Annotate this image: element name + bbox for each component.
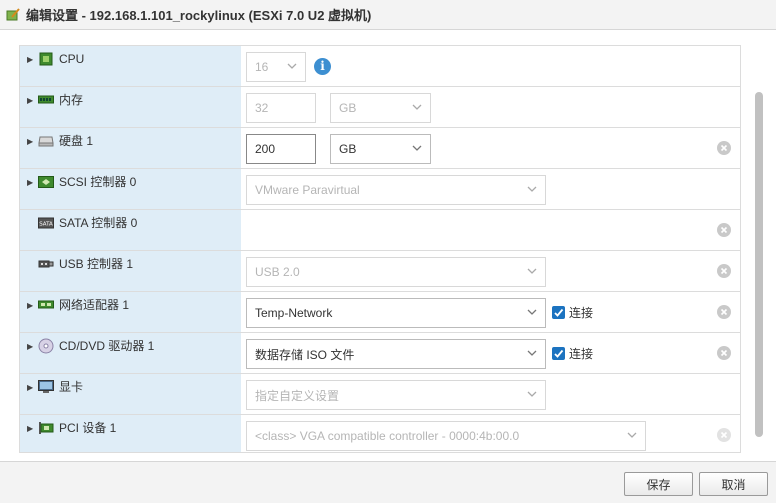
settings-panel: ▶ CPU 16 i ▶ 内存 32 GB ▶ 硬盘 1 200 GB ▶ SC… (0, 31, 776, 461)
row-usb-label: ▶ USB 控制器 1 (20, 251, 241, 291)
remove-device-icon[interactable] (717, 223, 731, 237)
expand-arrow-icon[interactable]: ▶ (27, 342, 35, 351)
vertical-scrollbar[interactable] (753, 92, 765, 437)
chevron-down-icon (627, 432, 637, 438)
disk-unit-select[interactable]: GB (330, 134, 431, 164)
disk-size-input[interactable]: 200 (246, 134, 316, 164)
checkbox-checked-icon[interactable] (552, 306, 565, 319)
chevron-down-icon (527, 350, 537, 356)
remove-device-icon[interactable] (717, 264, 731, 278)
chevron-down-icon (527, 391, 537, 397)
row-sata-label: ▶ SATA SATA 控制器 0 (38, 216, 138, 230)
expand-arrow-icon[interactable]: ▶ (27, 96, 35, 105)
expand-arrow-icon[interactable]: ▶ (27, 55, 35, 64)
display-icon (38, 380, 54, 394)
network-connect-checkbox[interactable]: 连接 (552, 304, 593, 321)
chevron-down-icon (527, 268, 537, 274)
expand-arrow-icon[interactable]: ▶ (27, 178, 35, 187)
memory-size-input[interactable]: 32 (246, 93, 316, 123)
chevron-down-icon (412, 104, 422, 110)
cpu-icon (38, 52, 54, 66)
dialog-title: 编辑设置 - 192.168.1.101_rockylinux (ESXi 7.… (26, 8, 372, 23)
checkbox-checked-icon[interactable] (552, 347, 565, 360)
remove-device-icon[interactable] (717, 428, 731, 442)
row-network-label[interactable]: ▶ 网络适配器 1 (20, 292, 241, 332)
save-button[interactable]: 保存 (624, 472, 693, 496)
row-memory-label[interactable]: ▶ 内存 (20, 87, 241, 127)
dialog-titlebar: 编辑设置 - 192.168.1.101_rockylinux (ESXi 7.… (0, 0, 776, 30)
svg-text:SATA: SATA (39, 222, 53, 228)
expand-arrow-icon[interactable]: ▶ (27, 424, 35, 433)
memory-unit-select[interactable]: GB (330, 93, 431, 123)
cpu-count-select[interactable]: 16 (246, 52, 306, 82)
row-hard-disk: ▶ 硬盘 1 200 GB (20, 128, 740, 169)
row-video-card-label[interactable]: ▶ 显卡 (20, 374, 241, 414)
hard-disk-icon (38, 134, 54, 148)
usb-icon (38, 257, 54, 271)
row-video-card: ▶ 显卡 指定自定义设置 (20, 374, 740, 415)
sata-controller-icon: SATA (38, 216, 54, 230)
row-usb-controller: ▶ USB 控制器 1 USB 2.0 (20, 251, 740, 292)
scsi-controller-icon (38, 175, 54, 189)
chevron-down-icon (527, 186, 537, 192)
pci-device-icon (38, 421, 54, 435)
vm-edit-icon (6, 7, 20, 22)
row-pci-label[interactable]: ▶ PCI 设备 1 (20, 415, 241, 452)
usb-type-select[interactable]: USB 2.0 (246, 257, 546, 287)
pci-device-select[interactable]: <class> VGA compatible controller - 0000… (246, 421, 646, 451)
row-cd-dvd: ▶ CD/DVD 驱动器 1 数据存储 ISO 文件 连接 (20, 333, 740, 374)
chevron-down-icon (412, 145, 422, 151)
remove-device-icon[interactable] (717, 346, 731, 360)
row-scsi-label[interactable]: ▶ SCSI 控制器 0 (20, 169, 241, 209)
expand-arrow-icon[interactable]: ▶ (27, 383, 35, 392)
chevron-down-icon (527, 309, 537, 315)
info-icon[interactable]: i (314, 58, 331, 75)
remove-device-icon[interactable] (717, 141, 731, 155)
cd-dvd-source-select[interactable]: 数据存储 ISO 文件 (246, 339, 546, 369)
row-network-adapter: ▶ 网络适配器 1 Temp-Network 连接 (20, 292, 740, 333)
cancel-button[interactable]: 取消 (699, 472, 768, 496)
network-select[interactable]: Temp-Network (246, 298, 546, 328)
chevron-down-icon (287, 63, 297, 69)
row-cpu: ▶ CPU 16 i (20, 46, 740, 87)
row-memory: ▶ 内存 32 GB (20, 87, 740, 128)
scrollbar-thumb[interactable] (755, 92, 763, 437)
row-scsi-controller: ▶ SCSI 控制器 0 VMware Paravirtual (20, 169, 740, 210)
dialog-footer: 保存 取消 (0, 461, 776, 503)
row-cd-dvd-label[interactable]: ▶ CD/DVD 驱动器 1 (20, 333, 241, 373)
scsi-type-select[interactable]: VMware Paravirtual (246, 175, 546, 205)
row-cpu-label[interactable]: ▶ CPU (20, 46, 241, 86)
row-sata-controller: ▶ SATA SATA 控制器 0 (20, 210, 740, 251)
row-pci-device: ▶ PCI 设备 1 <class> VGA compatible contro… (20, 415, 740, 452)
expand-arrow-icon[interactable]: ▶ (27, 137, 35, 146)
remove-device-icon[interactable] (717, 305, 731, 319)
video-card-select[interactable]: 指定自定义设置 (246, 380, 546, 410)
expand-arrow-icon[interactable]: ▶ (27, 301, 35, 310)
network-adapter-icon (38, 298, 54, 312)
hardware-table: ▶ CPU 16 i ▶ 内存 32 GB ▶ 硬盘 1 200 GB ▶ SC… (19, 45, 741, 453)
row-hard-disk-label[interactable]: ▶ 硬盘 1 (20, 128, 241, 168)
memory-icon (38, 93, 54, 107)
cd-dvd-connect-checkbox[interactable]: 连接 (552, 345, 593, 362)
cd-dvd-icon (38, 338, 54, 354)
